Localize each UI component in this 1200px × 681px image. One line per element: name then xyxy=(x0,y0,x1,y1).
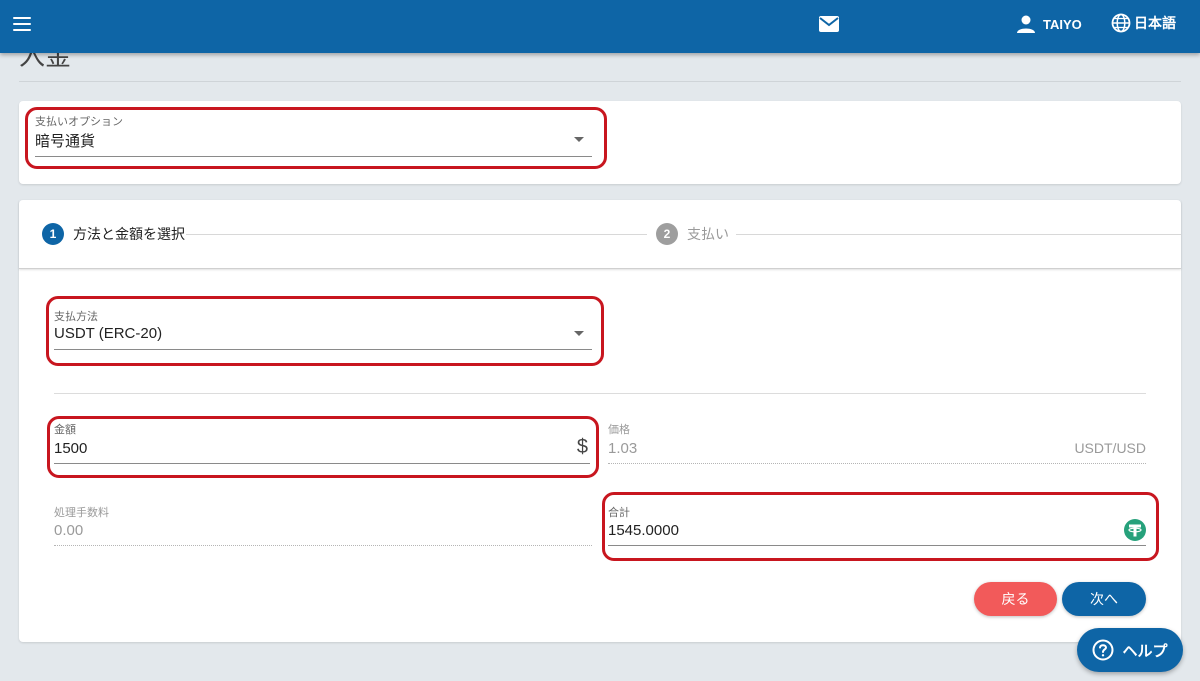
rate-label: 価格 xyxy=(608,424,630,436)
fee-value: 0.00 xyxy=(54,522,84,539)
top-app-bar: TAIYO 日本語 xyxy=(0,0,1200,53)
field-underline xyxy=(54,545,592,546)
deposit-form-card: 1 方法と金額を選択 2 支払い 支払方法 USDT (ERC-20) 金額 1… xyxy=(19,200,1181,642)
user-name: TAIYO xyxy=(1043,16,1082,32)
total-field: 合計 1545.0000 xyxy=(608,504,1146,547)
field-underline xyxy=(608,463,1146,464)
amount-value: 1500 xyxy=(54,440,88,457)
person-icon xyxy=(1017,15,1035,33)
payment-method-label: 支払方法 xyxy=(54,311,98,323)
rate-field: 価格 1.03 USDT/USD xyxy=(608,421,1146,464)
field-underline xyxy=(54,349,592,350)
chevron-down-icon xyxy=(574,137,584,142)
step-connector-end xyxy=(736,234,1181,235)
language-selector[interactable]: 日本語 xyxy=(1111,12,1176,34)
rate-unit: USDT/USD xyxy=(1074,440,1146,456)
mail-icon xyxy=(819,16,839,32)
next-button[interactable]: 次へ xyxy=(1062,582,1146,616)
dollar-icon: $ xyxy=(576,436,588,458)
help-button[interactable]: ヘルプ xyxy=(1077,628,1183,672)
payment-option-card: 支払いオプション 暗号通貨 xyxy=(19,101,1181,184)
field-underline xyxy=(35,156,592,157)
step-1: 1 方法と金額を選択 xyxy=(42,223,185,245)
step-1-label: 方法と金額を選択 xyxy=(73,226,185,242)
total-value: 1545.0000 xyxy=(608,522,679,539)
amount-label: 金額 xyxy=(54,424,76,436)
globe-icon xyxy=(1111,13,1131,33)
field-underline xyxy=(54,463,590,464)
fee-label: 処理手数料 xyxy=(54,507,109,519)
step-1-number: 1 xyxy=(42,223,64,245)
step-2-label: 支払い xyxy=(687,226,729,242)
payment-option-select[interactable]: 支払いオプション 暗号通貨 xyxy=(35,113,592,157)
rate-value: 1.03 xyxy=(608,440,638,457)
mail-button[interactable] xyxy=(818,15,840,33)
section-divider xyxy=(54,393,1146,394)
payment-option-value: 暗号通貨 xyxy=(35,133,96,150)
payment-method-value: USDT (ERC-20) xyxy=(54,325,163,342)
chevron-down-icon xyxy=(574,331,584,336)
menu-icon xyxy=(13,17,31,20)
question-circle-icon xyxy=(1092,639,1114,661)
payment-method-select[interactable]: 支払方法 USDT (ERC-20) xyxy=(54,308,592,350)
total-label: 合計 xyxy=(608,507,630,519)
menu-button[interactable] xyxy=(12,15,34,33)
help-label: ヘルプ xyxy=(1122,642,1168,660)
field-underline xyxy=(608,545,1146,546)
amount-input[interactable]: 金額 1500 $ xyxy=(54,421,590,464)
payment-option-label: 支払いオプション xyxy=(35,116,123,128)
user-menu[interactable]: TAIYO xyxy=(1016,13,1082,35)
step-2-number: 2 xyxy=(656,223,678,245)
step-connector xyxy=(186,234,647,235)
title-divider xyxy=(19,81,1181,82)
back-button[interactable]: 戻る xyxy=(974,582,1057,616)
language-label: 日本語 xyxy=(1134,15,1176,31)
tether-icon xyxy=(1124,519,1146,541)
stepper: 1 方法と金額を選択 2 支払い xyxy=(19,200,1181,269)
step-2: 2 支払い xyxy=(656,223,729,245)
fee-field: 処理手数料 0.00 xyxy=(54,504,592,547)
